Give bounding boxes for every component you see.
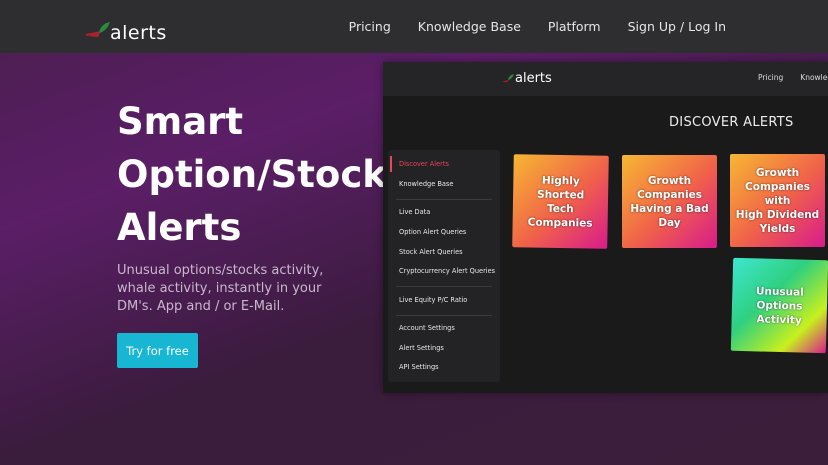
- alert-card: Growth Companies with High Dividend Yiel…: [730, 154, 825, 247]
- card-line: Having a Bad: [630, 202, 709, 215]
- card-line: Day: [658, 216, 681, 229]
- main-nav: Pricing Knowledge Base Platform Sign Up …: [349, 19, 726, 34]
- preview-sidebar-item: API Settings: [399, 363, 439, 371]
- preview-sidebar-item: Option Alert Queries: [399, 228, 467, 236]
- preview-nav-item: Pricing: [758, 73, 784, 82]
- nav-signup-login[interactable]: Sign Up / Log In: [628, 19, 726, 34]
- alert-card: Unusual Options Activity: [730, 257, 828, 354]
- preview-brand-name: alerts: [515, 71, 552, 86]
- logo-leaf-icon: [502, 74, 514, 83]
- divider: [396, 315, 492, 316]
- preview-sidebar-item: Alert Settings: [399, 344, 444, 352]
- preview-sidebar-item: Discover Alerts: [399, 160, 449, 168]
- hero-title: Smart Option/Stock Alerts: [117, 95, 387, 254]
- hero-title-line: Alerts: [117, 206, 242, 249]
- card-line: Companies: [637, 188, 702, 201]
- card-line: High Dividend: [735, 208, 820, 221]
- preview-navbar: alerts Pricing Knowledg: [383, 62, 828, 96]
- preview-sidebar-item: Live Data: [399, 208, 431, 216]
- card-line: Yields: [759, 222, 796, 235]
- card-line: Growth: [755, 166, 800, 179]
- preview-heading: DISCOVER ALERTS: [669, 115, 794, 130]
- logo-leaf-icon: [86, 22, 110, 37]
- try-for-free-button[interactable]: Try for free: [117, 333, 198, 368]
- card-line: Options Activity: [756, 298, 803, 327]
- preview-nav: Pricing Knowledg: [758, 73, 828, 82]
- preview-sidebar: Discover Alerts Knowledge Base Live Data…: [388, 150, 500, 382]
- brand-name: alerts: [110, 22, 167, 44]
- alert-card: Growth Companies Having a Bad Day: [622, 155, 717, 248]
- preview-sidebar-item: Account Settings: [399, 324, 455, 332]
- divider: [396, 286, 492, 287]
- card-line: Companies with: [745, 180, 810, 207]
- hero-title-line: Option/Stock: [117, 153, 387, 196]
- brand-logo[interactable]: alerts: [86, 20, 176, 46]
- preview-nav-item: Knowledg: [800, 73, 828, 82]
- top-navbar: alerts Pricing Knowledge Base Platform S…: [0, 0, 828, 53]
- active-indicator: [390, 156, 392, 172]
- nav-knowledge-base[interactable]: Knowledge Base: [418, 19, 521, 34]
- card-line: Growth: [647, 174, 692, 187]
- divider: [396, 199, 492, 200]
- hero-title-line: Smart: [117, 100, 244, 143]
- alert-card: Highly Shorted Tech Companies: [512, 154, 609, 249]
- preview-sidebar-item: Live Equity P/C Ratio: [399, 296, 468, 304]
- nav-platform[interactable]: Platform: [548, 19, 601, 34]
- app-preview-screenshot: alerts Pricing Knowledg DISCOVER ALERTS …: [383, 62, 828, 393]
- preview-logo: alerts: [500, 71, 560, 89]
- preview-sidebar-item: Stock Alert Queries: [399, 248, 463, 256]
- card-line: Tech Companies: [527, 202, 593, 230]
- preview-sidebar-item: Cryptocurrency Alert Queries: [399, 267, 496, 275]
- card-line: Highly Shorted: [536, 174, 585, 201]
- preview-sidebar-item: Knowledge Base: [399, 180, 454, 188]
- hero-subtitle: Unusual options/stocks activity, whale a…: [117, 263, 324, 314]
- nav-pricing[interactable]: Pricing: [349, 19, 391, 34]
